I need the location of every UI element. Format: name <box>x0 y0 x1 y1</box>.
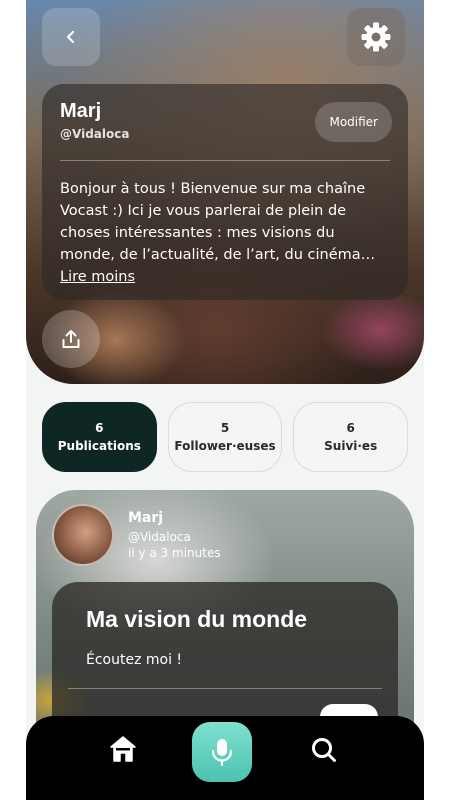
share-button[interactable] <box>42 310 100 368</box>
following-count: 6 <box>346 421 355 435</box>
chevron-left-icon <box>66 30 75 44</box>
edit-profile-button[interactable]: Modifier <box>315 102 392 142</box>
nav-home-button[interactable] <box>108 734 138 764</box>
read-less-link[interactable]: Lire moins <box>60 269 135 285</box>
divider <box>60 160 390 161</box>
post-author-handle: @Vidaloca <box>128 530 191 544</box>
bio-text: Bonjour à tous ! Bienvenue sur ma chaîne… <box>60 181 376 263</box>
share-icon <box>62 330 80 348</box>
profile-stats: 6 Publications 5 Follower·euses 6 Suivi·… <box>42 402 409 472</box>
followers-count: 5 <box>220 421 230 435</box>
post-title: Ma vision du monde <box>86 606 308 632</box>
profile-cover: Marj @Vidaloca Modifier Bonjour à tous !… <box>26 0 424 384</box>
profile-card: Marj @Vidaloca Modifier Bonjour à tous !… <box>42 84 408 300</box>
gear-icon <box>361 22 391 52</box>
publications-count: 6 <box>95 421 104 435</box>
record-button[interactable] <box>192 722 252 782</box>
divider <box>68 688 382 689</box>
back-button[interactable] <box>42 8 100 66</box>
home-icon <box>110 736 136 762</box>
phone-screen: Marj @Vidaloca Modifier Bonjour à tous !… <box>26 0 424 800</box>
following-label: Suivi·es <box>324 439 378 453</box>
bottom-navigation <box>26 716 424 800</box>
tab-publications[interactable]: 6 Publications <box>42 402 157 472</box>
profile-bio: Bonjour à tous ! Bienvenue sur ma chaîne… <box>60 178 394 288</box>
microphone-icon <box>211 739 233 767</box>
post-timestamp: il y a 3 minutes <box>128 546 221 560</box>
search-icon <box>312 738 336 762</box>
publications-label: Publications <box>57 439 141 453</box>
tab-following[interactable]: 6 Suivi·es <box>293 402 409 472</box>
post-author-name: Marj <box>128 510 164 526</box>
post-subtitle: Écoutez moi ! <box>86 652 183 668</box>
settings-button[interactable] <box>347 8 405 66</box>
tab-followers[interactable]: 5 Follower·euses <box>167 402 283 472</box>
nav-search-button[interactable] <box>310 736 338 764</box>
followers-label: Follower·euses <box>174 439 276 453</box>
avatar[interactable] <box>52 504 114 566</box>
